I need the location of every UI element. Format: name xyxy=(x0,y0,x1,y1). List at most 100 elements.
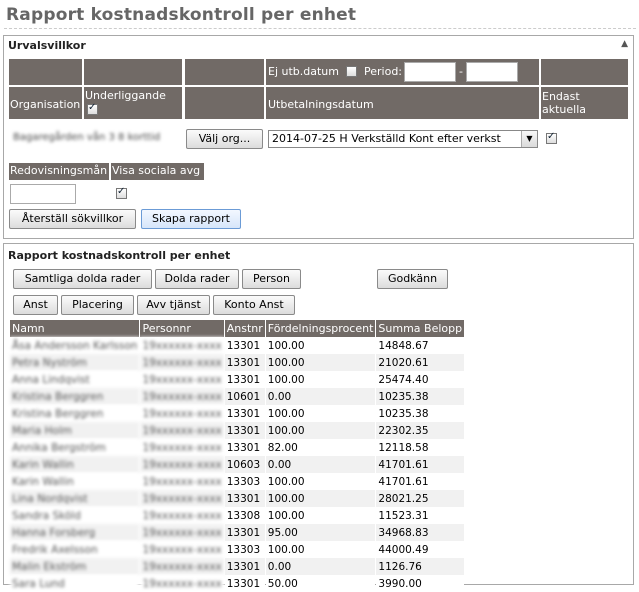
cell-namn: Lina Nordqvist xyxy=(10,490,140,507)
organisation-header: Organisation xyxy=(9,87,82,119)
cell-summa-belopp: 41701.61 xyxy=(376,456,465,473)
reset-filters-button[interactable]: Återställ sökvillkor xyxy=(9,209,136,229)
table-row[interactable]: Karin Wallin 19xxxxxx-xxxx 13303 100.00 4170… xyxy=(10,473,465,490)
table-row[interactable]: Anna Lindqvist 19xxxxxx-xxxx 13301 100.00 25… xyxy=(10,371,465,388)
cell-namn: Malin Ekström xyxy=(10,558,140,575)
cell-fordelningsprocent: 95.00 xyxy=(265,524,376,541)
cell-personnr: 19xxxxxx-xxxx xyxy=(140,541,224,558)
visa-sociala-checkbox[interactable] xyxy=(116,186,127,199)
utbetalningsdatum-label: Utbetalningsdatum xyxy=(268,98,374,111)
table-row[interactable]: Maria Holm 19xxxxxx-xxxx 13301 100.00 22302.… xyxy=(10,422,465,439)
cell-personnr: 19xxxxxx-xxxx xyxy=(140,405,224,422)
group-konto-anst-button[interactable]: Konto Anst xyxy=(213,295,295,315)
approve-button[interactable]: Godkänn xyxy=(377,269,448,289)
utbetalningsdatum-select[interactable]: 2014-07-25 H Verkställd Kont efter verks… xyxy=(268,130,538,148)
period-to-input[interactable] xyxy=(466,62,518,82)
cell-namn: Karin Wallin xyxy=(10,456,140,473)
underliggande-checkbox[interactable] xyxy=(87,102,98,115)
hidden-rows-button[interactable]: Dolda rader xyxy=(155,269,239,289)
table-row[interactable]: Annika Bergström 19xxxxxx-xxxx 13301 82.00 1… xyxy=(10,439,465,456)
ej-utb-datum-label: Ej utb.datum xyxy=(268,65,339,78)
cell-fordelningsprocent: 100.00 xyxy=(265,422,376,439)
cell-fordelningsprocent: 100.00 xyxy=(265,490,376,507)
page-title: Rapport kostnadskontroll per enhet xyxy=(6,5,357,25)
table-row[interactable]: Kristina Berggren 19xxxxxx-xxxx 10601 0.00 1… xyxy=(10,388,465,405)
group-placering-button[interactable]: Placering xyxy=(61,295,134,315)
cell-summa-belopp: 12118.58 xyxy=(376,439,465,456)
report-title: Rapport kostnadskontroll per enhet xyxy=(8,249,231,262)
column-header-summa-belopp[interactable]: Summa Belopp xyxy=(376,320,465,337)
period-label: Period: xyxy=(364,65,403,78)
visa-sociala-label: Visa sociala avg xyxy=(112,164,201,177)
header-cell-empty-3 xyxy=(185,59,264,85)
filters-title: Urvalsvillkor xyxy=(8,39,86,52)
cell-summa-belopp: 41701.61 xyxy=(376,473,465,490)
table-row[interactable]: Karin Wallin 19xxxxxx-xxxx 10603 0.00 41701.… xyxy=(10,456,465,473)
underliggande-label: Underliggande xyxy=(85,89,166,102)
header-cell-empty-4 xyxy=(541,59,628,85)
cell-personnr: 19xxxxxx-xxxx xyxy=(140,473,224,490)
utbetalningsdatum-header: Utbetalningsdatum xyxy=(266,87,539,119)
cell-summa-belopp: 21020.61 xyxy=(376,354,465,371)
redovisningsman-label: Redovisningsmån xyxy=(10,164,108,177)
cell-anstnr: 13301 xyxy=(224,558,265,575)
table-row[interactable]: Lina Nordqvist 19xxxxxx-xxxx 13301 100.00 28… xyxy=(10,490,465,507)
cell-anstnr: 10603 xyxy=(224,456,265,473)
organisation-label: Organisation xyxy=(10,98,81,111)
column-header-namn[interactable]: Namn xyxy=(10,320,140,337)
table-header-row: Namn Personnr Anstnr Fördelningsprocent … xyxy=(10,320,465,337)
person-button[interactable]: Person xyxy=(242,269,301,289)
cell-fordelningsprocent: 100.00 xyxy=(265,337,376,354)
endast-aktuella-header: Endast aktuella xyxy=(541,87,628,119)
all-hidden-rows-button[interactable]: Samtliga dolda rader xyxy=(13,269,152,289)
table-body: Åsa Andersson Karlsson 19xxxxxx-xxxx 13301… xyxy=(10,337,465,592)
redovisningsman-input[interactable] xyxy=(10,184,76,204)
cell-anstnr: 13308 xyxy=(224,507,265,524)
chevron-down-icon[interactable]: ▼ xyxy=(521,131,537,147)
cell-anstnr: 13301 xyxy=(224,354,265,371)
valj-org-button[interactable]: Välj org... xyxy=(186,129,263,149)
ej-utb-datum-checkbox[interactable] xyxy=(346,66,357,77)
period-from-input[interactable] xyxy=(404,62,456,82)
cell-personnr: 19xxxxxx-xxxx xyxy=(140,490,224,507)
header-cell-empty-2 xyxy=(84,59,182,85)
column-header-fordelningsprocent[interactable]: Fördelningsprocent xyxy=(265,320,376,337)
cell-fordelningsprocent: 0.00 xyxy=(265,558,376,575)
table-row[interactable]: Hanna Forsberg 19xxxxxx-xxxx 13301 95.00 349… xyxy=(10,524,465,541)
period-header: Ej utb.datum Period: - xyxy=(266,59,539,85)
cell-namn: Karin Wallin xyxy=(10,473,140,490)
title-divider xyxy=(4,28,636,29)
table-row[interactable]: Malin Ekström 19xxxxxx-xxxx 13301 0.00 1126.… xyxy=(10,558,465,575)
cell-anstnr: 13301 xyxy=(224,405,265,422)
cell-fordelningsprocent: 82.00 xyxy=(265,439,376,456)
scroll-up-icon[interactable]: ▲ xyxy=(621,39,628,49)
cell-namn: Sandra Sköld xyxy=(10,507,140,524)
table-row[interactable]: Sandra Sköld 19xxxxxx-xxxx 13308 100.00 1152… xyxy=(10,507,465,524)
table-row[interactable]: Åsa Andersson Karlsson 19xxxxxx-xxxx 13301… xyxy=(10,337,465,354)
cell-personnr: 19xxxxxx-xxxx xyxy=(140,558,224,575)
cell-namn: Anna Lindqvist xyxy=(10,371,140,388)
cell-fordelningsprocent: 100.00 xyxy=(265,371,376,388)
cell-personnr: 19xxxxxx-xxxx xyxy=(140,456,224,473)
group-avv-tjanst-button[interactable]: Avv tjänst xyxy=(137,295,210,315)
table-row[interactable]: Petra Nyström 19xxxxxx-xxxx 13301 100.00 210… xyxy=(10,354,465,371)
cell-fordelningsprocent: 100.00 xyxy=(265,405,376,422)
header-cell-empty-1 xyxy=(9,59,82,85)
group-anst-button[interactable]: Anst xyxy=(13,295,58,315)
endast-aktuella-checkbox[interactable] xyxy=(546,131,557,144)
column-header-anstnr[interactable]: Anstnr xyxy=(224,320,265,337)
redovisningsman-header: Redovisningsmån xyxy=(9,163,109,180)
cell-personnr: 19xxxxxx-xxxx xyxy=(140,524,224,541)
cell-anstnr: 13303 xyxy=(224,541,265,558)
cell-personnr: 19xxxxxx-xxxx xyxy=(140,354,224,371)
cell-summa-belopp: 28021.25 xyxy=(376,490,465,507)
cell-fordelningsprocent: 100.00 xyxy=(265,507,376,524)
cell-personnr: 19xxxxxx-xxxx xyxy=(140,507,224,524)
table-row[interactable]: Kristina Berggren 19xxxxxx-xxxx 13301 100.0… xyxy=(10,405,465,422)
header-cell-empty-5 xyxy=(185,87,264,119)
table-row[interactable]: Fredrik Axelsson 19xxxxxx-xxxx 13303 100.00… xyxy=(10,541,465,558)
cell-namn: Kristina Berggren xyxy=(10,388,140,405)
create-report-button[interactable]: Skapa rapport xyxy=(141,209,241,229)
column-header-personnr[interactable]: Personnr xyxy=(140,320,224,337)
cell-anstnr: 13301 xyxy=(224,371,265,388)
